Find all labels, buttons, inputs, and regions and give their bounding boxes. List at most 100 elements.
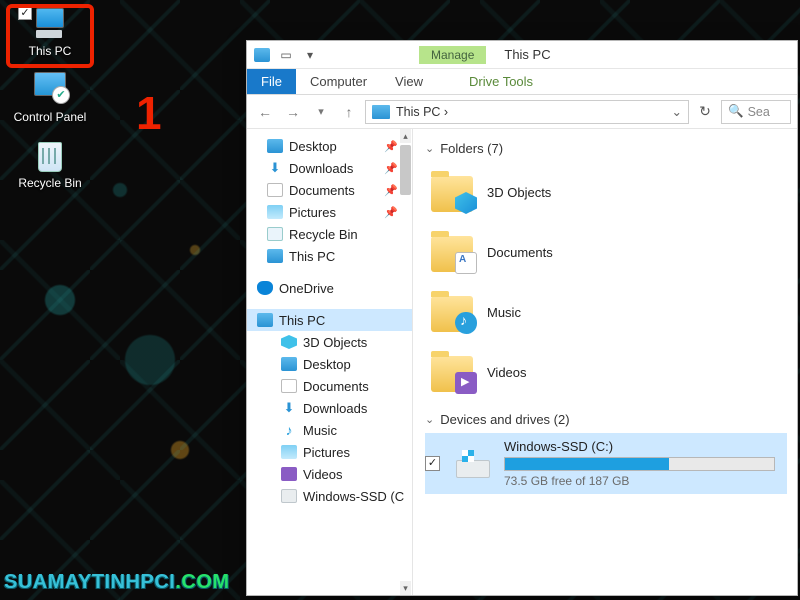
scroll-down-button[interactable]: ▾ [400, 581, 411, 595]
tab-drive-tools[interactable]: Drive Tools [455, 69, 547, 94]
folder-icon [429, 172, 475, 212]
group-header-label: Devices and drives (2) [440, 412, 569, 427]
sidebar-item-label: Downloads [289, 161, 353, 176]
drive-icon [450, 446, 494, 482]
sidebar-item-this-pc[interactable]: This PC [247, 245, 412, 267]
qat-properties-icon[interactable]: ▭ [277, 46, 295, 64]
ribbon-tabs: File Computer View Drive Tools [247, 69, 797, 95]
up-button[interactable]: ↑ [337, 100, 361, 124]
desktop-icon-label: Recycle Bin [10, 176, 90, 190]
sidebar-item-label: This PC [289, 249, 335, 264]
drive-free-text: 73.5 GB free of 187 GB [504, 474, 781, 488]
quick-access-toolbar: ▭ ▾ [253, 46, 319, 64]
group-header-drives[interactable]: ⌄ Devices and drives (2) [425, 408, 797, 433]
drive-info: Windows-SSD (C:) 73.5 GB free of 187 GB [504, 439, 781, 488]
back-button[interactable]: ← [253, 100, 277, 124]
folder-icon [429, 292, 475, 332]
sidebar-item-downloads[interactable]: Downloads [247, 397, 412, 419]
recycle-bin-icon [30, 138, 70, 174]
scroll-thumb[interactable] [400, 145, 411, 195]
folder-label: Videos [487, 365, 527, 380]
content-pane[interactable]: ⌄ Folders (7) 3D Objects Documents Music… [413, 129, 797, 595]
folder-label: Documents [487, 245, 553, 260]
pin-icon: 📌 [384, 206, 406, 219]
desktop-icon-recycle-bin[interactable]: Recycle Bin [10, 138, 90, 190]
sidebar-item-documents[interactable]: Documents [247, 375, 412, 397]
sidebar-item-label: Desktop [303, 357, 351, 372]
sidebar-item-label: Videos [303, 467, 343, 482]
folder-videos[interactable]: Videos [425, 342, 797, 402]
desktop-icon-this-pc[interactable]: ✓ This PC [10, 6, 90, 58]
explorer-window: ▭ ▾ Manage This PC File Computer View Dr… [246, 40, 798, 596]
group-header-label: Folders (7) [440, 141, 503, 156]
breadcrumb[interactable]: This PC › [396, 105, 448, 119]
sidebar-item-recycle-bin[interactable]: Recycle Bin [247, 223, 412, 245]
search-icon: 🔍 [728, 104, 744, 119]
titlebar: ▭ ▾ Manage This PC [247, 41, 797, 69]
sidebar-item-desktop[interactable]: Desktop📌 [247, 135, 412, 157]
sidebar-item-pictures[interactable]: Pictures 📌 [247, 201, 412, 223]
sidebar-item-downloads[interactable]: Downloads📌 [247, 157, 412, 179]
folder-3d-objects[interactable]: 3D Objects [425, 162, 797, 222]
sidebar-item-music[interactable]: Music [247, 419, 412, 441]
qat-dropdown-icon[interactable]: ▾ [301, 46, 319, 64]
sidebar-item-onedrive[interactable]: OneDrive [247, 277, 412, 299]
this-pc-icon [372, 105, 390, 119]
sidebar-item-this-pc-root[interactable]: This PC [247, 309, 412, 331]
scroll-up-button[interactable]: ▴ [400, 129, 411, 143]
folder-music[interactable]: Music [425, 282, 797, 342]
checkbox-icon[interactable]: ✓ [425, 456, 440, 471]
control-panel-icon [30, 72, 70, 108]
sidebar-item-label: Documents [289, 183, 355, 198]
navigation-bar: ← → ▾ ↑ This PC › ⌄ ↻ 🔍 Sea [247, 95, 797, 129]
folder-icon [429, 232, 475, 272]
sidebar-item-label: Desktop [289, 139, 337, 154]
folder-label: Music [487, 305, 521, 320]
sidebar-item-label: Downloads [303, 401, 367, 416]
drive-capacity-bar [504, 457, 775, 471]
desktop-icon-label: This PC [10, 44, 90, 58]
window-title: This PC [504, 47, 550, 62]
sidebar-item-windows-ssd[interactable]: Windows-SSD (C [247, 485, 412, 507]
sidebar-item-label: Pictures [303, 445, 350, 460]
sidebar-item-pictures[interactable]: Pictures [247, 441, 412, 463]
sidebar-item-label: Documents [303, 379, 369, 394]
group-header-folders[interactable]: ⌄ Folders (7) [425, 137, 797, 162]
tab-view[interactable]: View [381, 69, 437, 94]
tab-file[interactable]: File [247, 69, 296, 94]
tab-computer[interactable]: Computer [296, 69, 381, 94]
desktop-icon-control-panel[interactable]: Control Panel [10, 72, 90, 124]
sidebar-item-3d-objects[interactable]: 3D Objects [247, 331, 412, 353]
chevron-down-icon: ⌄ [425, 413, 434, 426]
folder-documents[interactable]: Documents [425, 222, 797, 282]
search-input[interactable]: 🔍 Sea [721, 100, 791, 124]
recent-locations-button[interactable]: ▾ [309, 100, 333, 124]
qat-this-pc-icon[interactable] [253, 46, 271, 64]
sidebar-item-label: Pictures [289, 205, 336, 220]
sidebar-item-label: 3D Objects [303, 335, 367, 350]
refresh-button[interactable]: ↻ [693, 103, 717, 120]
sidebar-item-desktop[interactable]: Desktop [247, 353, 412, 375]
sidebar-item-label: Windows-SSD (C [303, 489, 404, 504]
contextual-tab-label: Manage [419, 46, 486, 64]
drive-name: Windows-SSD (C:) [504, 439, 781, 454]
drive-capacity-fill [505, 458, 669, 470]
explorer-body: Desktop📌 Downloads📌 Documents📌 Pictures 📌… [247, 129, 797, 595]
search-placeholder: Sea [748, 105, 770, 119]
address-bar[interactable]: This PC › ⌄ [365, 100, 689, 124]
sidebar-item-documents[interactable]: Documents📌 [247, 179, 412, 201]
drive-windows-ssd[interactable]: ✓ Windows-SSD (C:) 73.5 GB free of 187 G… [425, 433, 787, 494]
desktop-icon-label: Control Panel [10, 110, 90, 124]
folder-icon [429, 352, 475, 392]
sidebar-item-videos[interactable]: Videos [247, 463, 412, 485]
navigation-pane[interactable]: Desktop📌 Downloads📌 Documents📌 Pictures 📌… [247, 129, 413, 595]
this-pc-icon [30, 6, 70, 42]
sidebar-item-label: Music [303, 423, 337, 438]
forward-button[interactable]: → [281, 100, 305, 124]
chevron-down-icon: ⌄ [425, 142, 434, 155]
desktop-icons: ✓ This PC Control Panel Recycle Bin [10, 6, 100, 204]
chevron-down-icon[interactable]: ⌄ [672, 104, 682, 119]
sidebar-item-label: Recycle Bin [289, 227, 358, 242]
sidebar-item-label: This PC [279, 313, 325, 328]
folder-label: 3D Objects [487, 185, 551, 200]
